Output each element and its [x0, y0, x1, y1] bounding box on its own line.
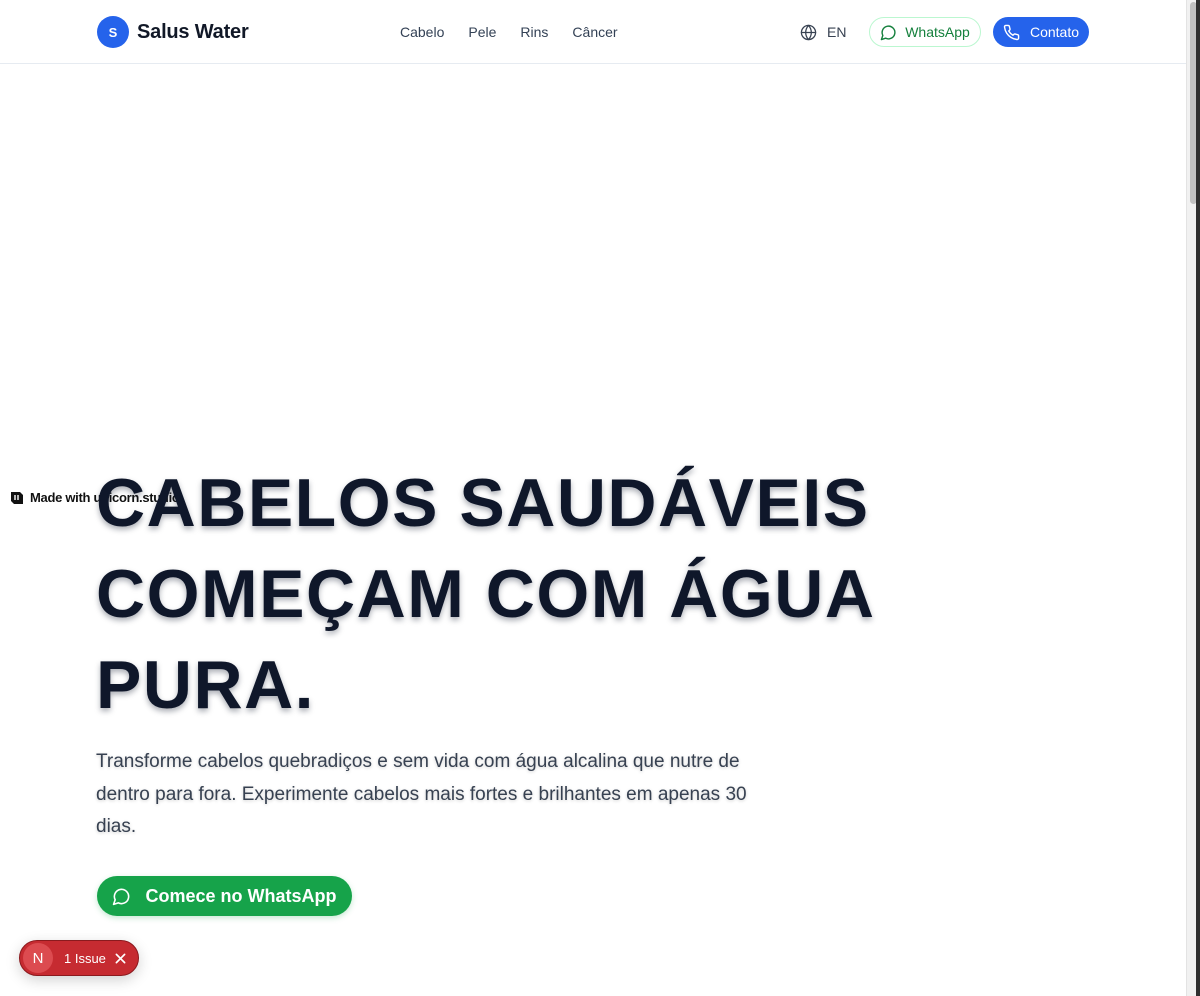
logo-text: Salus Water — [137, 20, 249, 43]
whatsapp-header-button[interactable]: WhatsApp — [869, 17, 981, 47]
logo-link[interactable]: S Salus Water — [97, 16, 249, 48]
window-edge — [1196, 0, 1200, 996]
page: S Salus Water Cabelo Pele Rins Câncer EN — [0, 0, 1200, 996]
issues-count-label: 1 Issue — [64, 950, 106, 966]
logo-badge: S — [97, 16, 129, 48]
nav-link-pele[interactable]: Pele — [456, 22, 508, 42]
hero-title-line: COMEÇAM COM ÁGUA — [96, 556, 876, 632]
issues-badge[interactable]: N 1 Issue — [19, 940, 139, 976]
nav-link-cancer[interactable]: Câncer — [560, 22, 629, 42]
start-whatsapp-button[interactable]: Comece no WhatsApp — [97, 876, 352, 916]
contact-label: Contato — [1029, 24, 1080, 40]
language-label: EN — [827, 24, 847, 40]
whatsapp-header-label: WhatsApp — [905, 24, 970, 40]
whatsapp-icon — [112, 887, 131, 906]
nav-link-cabelo[interactable]: Cabelo — [388, 22, 456, 42]
hero-title: CABELOS SAUDÁVEIS COMEÇAM COM ÁGUA PURA. — [96, 458, 996, 731]
main-nav: Cabelo Pele Rins Câncer — [388, 22, 630, 42]
start-whatsapp-label: Comece no WhatsApp — [145, 885, 337, 906]
globe-icon — [800, 24, 817, 41]
contact-button[interactable]: Contato — [993, 17, 1089, 47]
close-icon[interactable] — [114, 951, 128, 965]
language-switcher[interactable]: EN — [800, 22, 846, 42]
site-header: S Salus Water Cabelo Pele Rins Câncer EN — [0, 0, 1186, 64]
hero-title-line: CABELOS SAUDÁVEIS — [96, 465, 870, 541]
hero-subtitle: Transforme cabelos quebradiços e sem vid… — [96, 751, 747, 837]
hero-title-line: PURA. — [96, 647, 316, 723]
nav-link-rins[interactable]: Rins — [508, 22, 560, 42]
unicorn-studio-logo-icon — [10, 491, 24, 505]
phone-icon — [1003, 24, 1020, 41]
nextjs-logo-icon: N — [23, 943, 53, 973]
whatsapp-icon — [880, 24, 897, 41]
